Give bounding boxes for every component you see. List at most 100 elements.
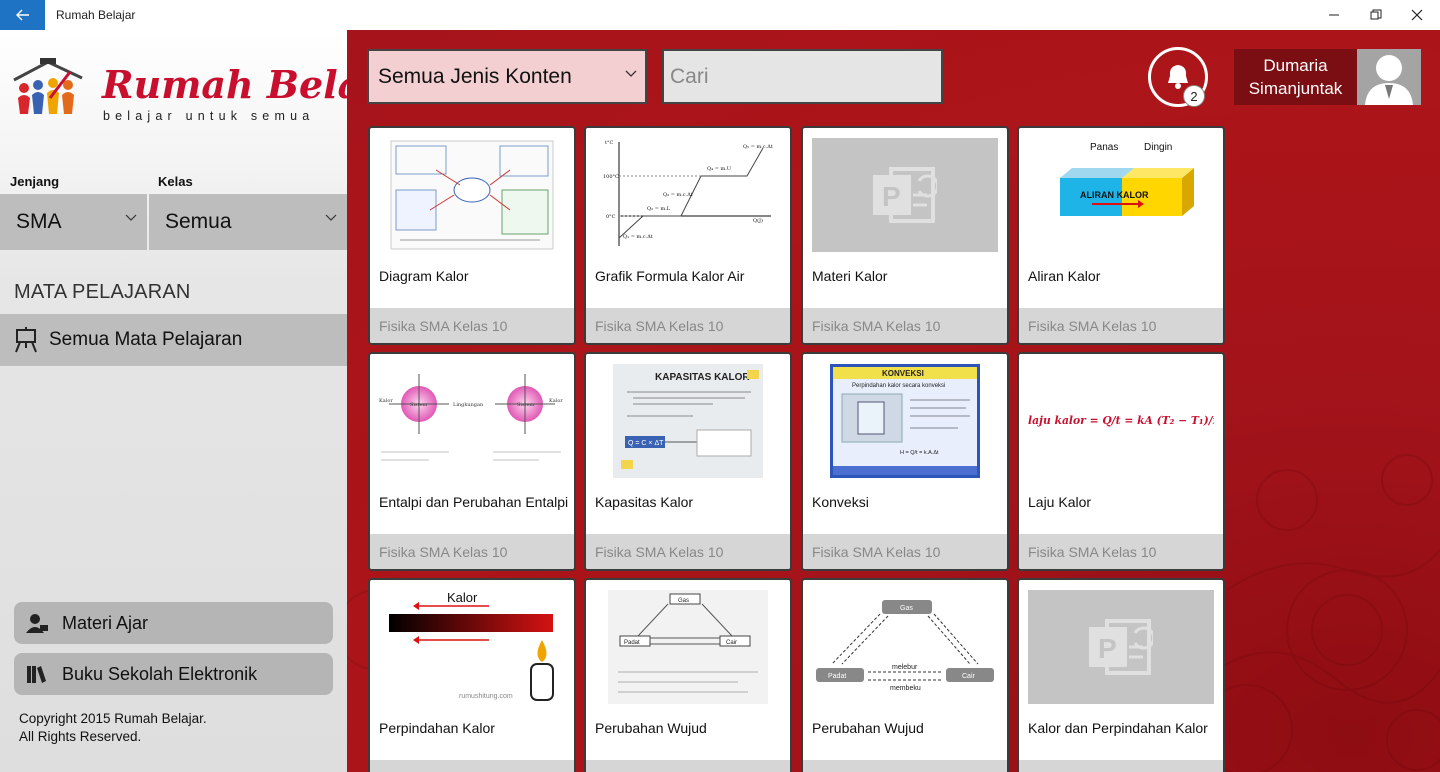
chevron-down-icon [325, 214, 337, 221]
notification-count-badge: 2 [1183, 85, 1205, 107]
materi-ajar-label: Materi Ajar [62, 612, 149, 633]
jenjang-label: Jenjang [10, 174, 60, 189]
user-silhouette-icon [1365, 55, 1413, 105]
content-card[interactable]: laju kalor = Q/t = kA (T₂ − T₁)/x Laju K… [1017, 352, 1225, 571]
avatar [1357, 49, 1421, 105]
svg-text:P: P [1098, 633, 1117, 664]
kapasitas-kalor-thumbnail: KAPASITAS KALOR Q = C × ΔT [595, 364, 781, 478]
content-card[interactable]: Diagram Kalor Fisika SMA Kelas 10 [368, 126, 576, 345]
svg-text:Dingin: Dingin [1144, 142, 1172, 153]
svg-text:Gas: Gas [678, 598, 689, 604]
close-button[interactable] [1394, 0, 1440, 30]
svg-text:Kalor: Kalor [549, 398, 563, 404]
restore-icon [1370, 9, 1382, 20]
content-card[interactable]: Sistem Sistem Kalor Kalor Lingkungan Ent… [368, 352, 576, 571]
card-title: Kapasitas Kalor [595, 494, 694, 510]
books-icon [26, 664, 52, 684]
card-title: Konveksi [812, 494, 869, 510]
card-subject: Fisika SMA Kelas 10 [370, 308, 574, 343]
svg-text:Gas: Gas [900, 605, 913, 612]
content-card[interactable]: Gas Padat Cair Perubahan Wujud Fisika SM… [584, 578, 792, 772]
svg-text:Q₄ = m.U: Q₄ = m.U [707, 166, 731, 172]
easel-icon [14, 327, 44, 353]
diagram-kalor-thumbnail [379, 138, 565, 252]
svg-text:rumushitung.com: rumushitung.com [459, 693, 513, 700]
svg-text:ALIRAN KALOR: ALIRAN KALOR [1080, 190, 1149, 200]
kelas-value: Semua [165, 210, 232, 233]
card-subject: Fisika SMA Kelas 10 [1019, 534, 1223, 569]
close-icon [1411, 9, 1423, 21]
svg-text:t°C: t°C [605, 140, 614, 146]
content-card[interactable]: Kalor rumushitung.com Perpindahan Kalor … [368, 578, 576, 772]
svg-text:melebur: melebur [892, 664, 918, 671]
chevron-down-icon [625, 70, 637, 77]
teacher-icon [26, 613, 52, 633]
svg-text:Cair: Cair [962, 673, 976, 680]
card-subject: Fisika SMA Kelas 10 [803, 760, 1007, 772]
svg-text:laju kalor = Q/t = kA (T₂ − T₁: laju kalor = Q/t = kA (T₂ − T₁)/x [1028, 414, 1214, 427]
user-profile[interactable]: Dumaria Simanjuntak [1234, 49, 1421, 105]
svg-text:Q = C × ΔT: Q = C × ΔT [628, 440, 664, 447]
minimize-icon [1329, 14, 1339, 16]
svg-text:KONVEKSI: KONVEKSI [882, 369, 924, 378]
konveksi-thumbnail: KONVEKSI Perpindahan kalor secara konvek… [812, 364, 998, 478]
aliran-kalor-thumbnail: Panas Dingin ALIRAN KALOR [1028, 138, 1214, 252]
card-title: Entalpi dan Perubahan Entalpi [379, 494, 569, 510]
svg-text:Q₅ = m.c.Δt: Q₅ = m.c.Δt [743, 144, 773, 150]
chevron-down-icon [125, 214, 137, 221]
svg-text:Padat: Padat [624, 640, 640, 646]
buku-sekolah-elektronik-button[interactable]: Buku Sekolah Elektronik [14, 653, 333, 695]
sidebar-item-label: Semua Mata Pelajaran [49, 329, 243, 350]
card-title: Perubahan Wujud [812, 720, 924, 736]
content-area: Semua Jenis Konten 2 Dumaria Simanjuntak [347, 30, 1440, 772]
sidebar-item-semua-mata-pelajaran[interactable]: Semua Mata Pelajaran [0, 314, 347, 366]
buku-sekolah-elektronik-label: Buku Sekolah Elektronik [62, 663, 258, 684]
logo-tagline: belajar untuk semua [103, 109, 315, 123]
content-card[interactable]: t°C 100°C 0°C Q(J) Q₁ = m.c.Δt Q₂ = m.L … [584, 126, 792, 345]
kelas-select[interactable]: Semua [149, 194, 347, 250]
card-subject: Fisika SMA Kelas 10 [803, 534, 1007, 569]
restore-button[interactable] [1353, 0, 1399, 30]
search-input[interactable] [662, 49, 943, 104]
content-card[interactable]: Gas Padat Cair melebur membeku Perubahan… [801, 578, 1009, 772]
copyright-line-1: Copyright 2015 Rumah Belajar. [19, 711, 207, 726]
card-title: Perubahan Wujud [595, 720, 707, 736]
copyright-line-2: All Rights Reserved. [19, 729, 142, 744]
card-subject: Fisika SMA Kelas 10 [586, 760, 790, 772]
card-subject: Fisika SMA Kelas 10 [1019, 760, 1223, 772]
svg-text:Sistem: Sistem [410, 402, 428, 408]
powerpoint-icon: P [1089, 619, 1153, 675]
svg-text:0°C: 0°C [606, 214, 616, 220]
card-subject: Fisika SMA Kelas 10 [586, 534, 790, 569]
content-card[interactable]: P Kalor dan Perpindahan Kalor Fisika SMA… [1017, 578, 1225, 772]
perubahan-wujud-thumbnail-2: Gas Padat Cair melebur membeku [812, 590, 998, 704]
content-card[interactable]: Panas Dingin ALIRAN KALOR Aliran Kalor F… [1017, 126, 1225, 345]
back-arrow-icon [15, 9, 29, 21]
card-subject: Fisika SMA Kelas 10 [370, 534, 574, 569]
user-last-name: Simanjuntak [1248, 79, 1343, 98]
materi-ajar-button[interactable]: Materi Ajar [14, 602, 333, 644]
laju-kalor-thumbnail: laju kalor = Q/t = kA (T₂ − T₁)/x [1028, 364, 1214, 478]
card-subject: Fisika SMA Kelas 10 [370, 760, 574, 772]
content-card[interactable]: KONVEKSI Perpindahan kalor secara konvek… [801, 352, 1009, 571]
svg-text:Perpindahan kalor secara konve: Perpindahan kalor secara konveksi [852, 383, 945, 389]
minimize-button[interactable] [1311, 0, 1357, 30]
powerpoint-placeholder-thumbnail: P [812, 138, 998, 252]
perubahan-wujud-thumbnail-1: Gas Padat Cair [595, 590, 781, 704]
svg-text:100°C: 100°C [603, 174, 619, 180]
svg-text:Q(J): Q(J) [753, 217, 763, 224]
rumah-belajar-logo: Rumah Belajar belajar untuk semua [10, 58, 421, 138]
svg-text:KAPASITAS KALOR: KAPASITAS KALOR [655, 372, 750, 383]
svg-text:Kalor: Kalor [447, 590, 478, 605]
content-type-select[interactable]: Semua Jenis Konten [367, 49, 647, 104]
jenjang-select[interactable]: SMA [0, 194, 147, 250]
content-card[interactable]: P Materi Kalor Fisika SMA Kelas 10 [801, 126, 1009, 345]
back-button[interactable] [0, 0, 45, 30]
svg-text:P: P [882, 181, 901, 212]
svg-text:Q₂ = m.L: Q₂ = m.L [647, 206, 671, 212]
window-title: Rumah Belajar [56, 8, 136, 22]
content-card[interactable]: KAPASITAS KALOR Q = C × ΔT Kapasitas Kal… [584, 352, 792, 571]
svg-text:Q₃ = m.c.Δt: Q₃ = m.c.Δt [663, 192, 693, 198]
card-title: Aliran Kalor [1028, 268, 1101, 284]
card-title: Perpindahan Kalor [379, 720, 495, 736]
